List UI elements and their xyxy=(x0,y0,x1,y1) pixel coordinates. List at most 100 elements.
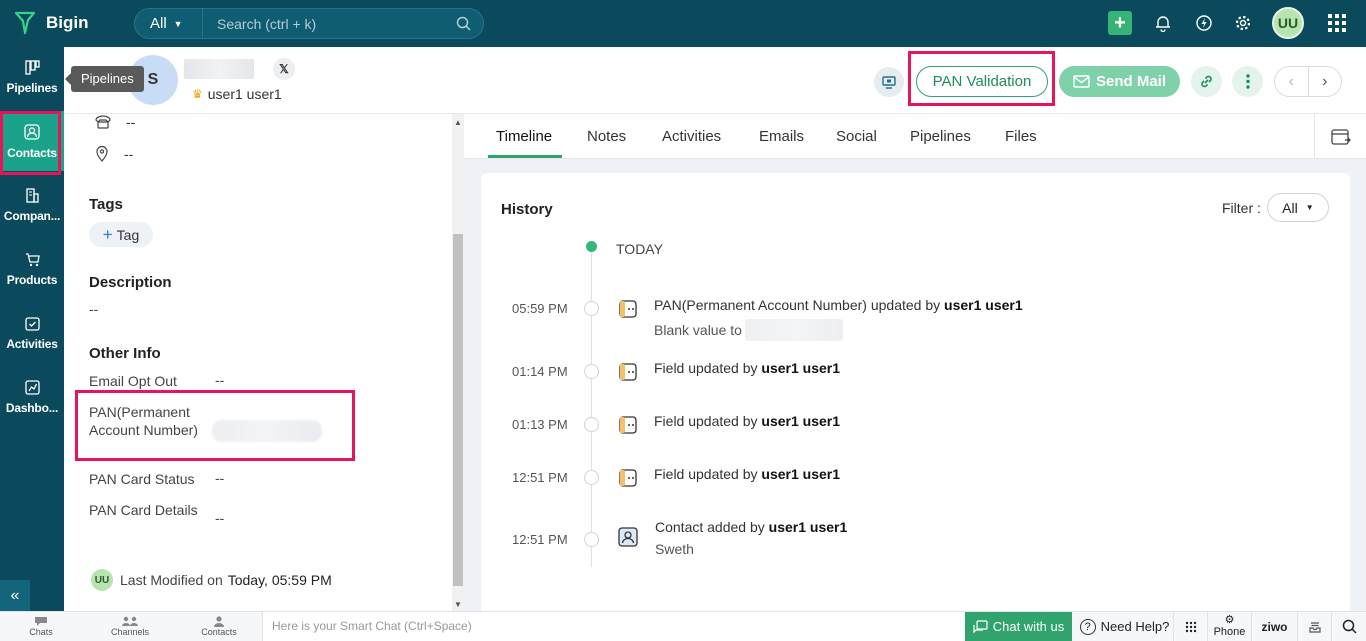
tab-files[interactable]: Files xyxy=(1005,128,1037,145)
bigin-logo-icon xyxy=(14,11,36,35)
dashboards-icon xyxy=(24,380,40,395)
sidebar-item-label: Pipelines xyxy=(6,81,58,95)
gear-icon: ⚙ xyxy=(1224,614,1235,626)
email-opt-out-label: Email Opt Out xyxy=(89,373,177,389)
last-modified: UU Last Modified on Today, 05:59 PM xyxy=(91,569,332,591)
entry-dot xyxy=(584,470,599,485)
tab-pipelines[interactable]: Pipelines xyxy=(910,128,971,145)
person-icon xyxy=(214,616,224,627)
x-social-icon[interactable]: 𝕏 xyxy=(273,58,295,80)
bell-icon[interactable] xyxy=(1152,12,1174,34)
tab-notes[interactable]: Notes xyxy=(587,128,626,145)
previous-record-button[interactable]: ‹ xyxy=(1275,67,1309,96)
tab-emails[interactable]: Emails xyxy=(759,128,804,145)
sidebar-item-companies[interactable]: Compan... xyxy=(0,175,64,235)
business-card-icon xyxy=(1330,128,1351,145)
filter-select[interactable]: All ▼ xyxy=(1266,193,1329,222)
phone-icon xyxy=(95,115,111,129)
sidebar-item-label: Activities xyxy=(6,337,58,351)
chats-button[interactable]: Chats xyxy=(6,615,76,637)
products-icon xyxy=(25,253,40,267)
sidebar-item-label: Compan... xyxy=(3,209,61,223)
link-button[interactable] xyxy=(1191,66,1222,97)
top-bar: Bigin All ▼ Search (ctrl + k) + UU xyxy=(0,0,1366,47)
next-record-button[interactable]: › xyxy=(1309,67,1342,96)
crown-icon: ♛ xyxy=(192,87,203,101)
sidebar-item-pipelines[interactable]: Pipelines xyxy=(0,47,64,107)
sidebar-item-dashboards[interactable]: Dashbo... xyxy=(0,367,64,427)
search-icon[interactable] xyxy=(443,16,483,31)
global-search: All ▼ Search (ctrl + k) xyxy=(134,8,484,39)
pan-validation-highlight xyxy=(908,51,1055,106)
search-input[interactable]: Search (ctrl + k) xyxy=(203,16,443,32)
pan-field-highlight xyxy=(75,390,355,461)
pan-card-details-label: PAN Card Details xyxy=(89,502,198,518)
scroll-down-icon[interactable]: ▼ xyxy=(454,600,462,609)
inbox-icon[interactable] xyxy=(1298,612,1332,641)
user-avatar[interactable]: UU xyxy=(1272,7,1304,39)
tab-timeline[interactable]: Timeline xyxy=(496,128,552,145)
pan-card-status-value[interactable]: -- xyxy=(215,470,224,486)
entry-text: Contact added by user1 user1 xyxy=(655,519,848,535)
entry-dot xyxy=(584,364,599,379)
today-label: TODAY xyxy=(616,241,663,257)
phone-button[interactable]: ⚙ Phone xyxy=(1208,612,1252,641)
field-update-icon xyxy=(619,363,637,381)
modifier-avatar: UU xyxy=(91,569,113,591)
business-card-button[interactable] xyxy=(1314,114,1366,159)
left-panel-scrollbar[interactable]: ▲ ▼ xyxy=(452,114,464,611)
chat-bubble-icon xyxy=(35,617,47,626)
smart-chat-input[interactable]: Here is your Smart Chat (Ctrl+Space) xyxy=(262,612,965,641)
tab-social[interactable]: Social xyxy=(836,128,877,145)
address-row: -- xyxy=(94,145,133,163)
kebab-icon xyxy=(1245,74,1250,89)
search-icon[interactable] xyxy=(1332,612,1366,641)
app-name: Bigin xyxy=(46,13,89,32)
record-header: S 𝕏 ♛ user1 user1 PAN Validation Send Mai… xyxy=(64,47,1366,114)
entry-text: Field updated by user1 user1 xyxy=(654,360,841,376)
sidebar-item-activities[interactable]: Activities xyxy=(0,303,64,363)
chevron-down-icon: ▼ xyxy=(173,18,183,29)
scroll-up-icon[interactable]: ▲ xyxy=(454,118,462,127)
field-update-icon xyxy=(619,300,637,318)
tab-activities[interactable]: Activities xyxy=(662,128,721,145)
email-opt-out-value[interactable]: -- xyxy=(215,372,224,388)
sidebar-item-products[interactable]: Products xyxy=(0,239,64,299)
active-tab-indicator xyxy=(488,155,562,158)
apps-grid-icon[interactable] xyxy=(1328,14,1346,32)
add-tag-button[interactable]: + Tag xyxy=(89,222,153,247)
upgrade-icon[interactable] xyxy=(1193,12,1215,34)
more-options-button[interactable] xyxy=(1232,66,1263,97)
dialpad-icon[interactable] xyxy=(1175,612,1208,641)
entry-time: 05:59 PM xyxy=(512,301,568,316)
search-scope-select[interactable]: All ▼ xyxy=(135,9,203,38)
ziwo-logo[interactable]: ziwo xyxy=(1252,612,1298,641)
record-owner[interactable]: ♛ user1 user1 xyxy=(192,86,282,102)
entry-text: Field updated by user1 user1 xyxy=(654,413,841,429)
screen-share-icon[interactable] xyxy=(874,67,904,97)
scrollbar-thumb[interactable] xyxy=(453,234,463,586)
sidebar-collapse-button[interactable]: « xyxy=(0,580,30,611)
contacts-bottom-button[interactable]: Contacts xyxy=(184,615,254,637)
channels-icon xyxy=(122,616,138,626)
chat-with-us-button[interactable]: Chat with us xyxy=(965,612,1072,641)
mail-icon xyxy=(1073,75,1090,88)
timeline-entry: 01:13 PM Field updated by user1 user1 xyxy=(481,413,1350,453)
description-title: Description xyxy=(89,274,172,291)
timeline-entry: 05:59 PM PAN(Permanent Account Number) u… xyxy=(481,297,1350,341)
sidebar-item-label: Dashbo... xyxy=(5,401,59,415)
gear-icon[interactable] xyxy=(1232,12,1254,34)
send-mail-button[interactable]: Send Mail xyxy=(1059,66,1180,97)
contacts-highlight xyxy=(0,111,61,175)
app-logo[interactable]: Bigin xyxy=(14,10,89,36)
description-value: -- xyxy=(89,301,99,317)
timeline-entry: 01:14 PM Field updated by user1 user1 xyxy=(481,360,1350,400)
history-filter: Filter : All ▼ xyxy=(1222,193,1329,222)
channels-button[interactable]: Channels xyxy=(95,615,165,637)
value-redacted xyxy=(744,319,843,341)
quick-create-button[interactable]: + xyxy=(1108,11,1132,35)
need-help-button[interactable]: ? Need Help? xyxy=(1076,612,1174,641)
entry-time: 12:51 PM xyxy=(512,532,568,547)
history-title: History xyxy=(501,201,553,218)
pan-card-details-value[interactable]: -- xyxy=(215,510,224,526)
